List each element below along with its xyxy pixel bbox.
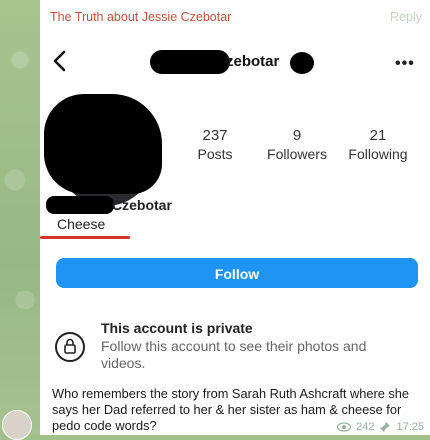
red-underline-annotation	[40, 236, 130, 239]
stat-followers-label: Followers	[267, 146, 327, 162]
stat-followers: 9 Followers	[262, 127, 332, 162]
message-time: 17:25	[396, 421, 424, 433]
username-redaction	[150, 50, 230, 74]
username-redaction-end	[290, 52, 314, 74]
private-account-text: Follow this account to see their photos …	[101, 338, 367, 371]
private-account-title: This account is private	[101, 320, 253, 336]
stat-following-label: Following	[348, 146, 408, 162]
profile-bio: Cheese	[57, 216, 106, 232]
eye-icon	[337, 422, 352, 432]
stat-posts-label: Posts	[197, 146, 233, 162]
more-options-icon: •••	[395, 55, 415, 72]
back-arrow-icon	[53, 50, 66, 72]
stat-followers-value: 9	[292, 127, 302, 144]
stat-posts: 237 Posts	[190, 127, 240, 162]
pin-icon	[380, 422, 391, 432]
profile-username: zebotar	[226, 53, 280, 70]
profile-display-name: Czebotar	[112, 197, 172, 213]
message-meta: 242 17:25	[337, 421, 424, 433]
sender-avatar[interactable]	[2, 410, 32, 440]
lock-icon	[55, 332, 85, 362]
reply-author[interactable]: The Truth about Jessie Czebotar	[50, 10, 231, 24]
stat-following: 21 Following	[343, 127, 413, 162]
views-count: 242	[356, 421, 375, 433]
display-name-redaction	[46, 196, 114, 214]
follow-button[interactable]: Follow	[56, 258, 418, 288]
stat-posts-value: 237	[202, 127, 228, 144]
stat-following-value: 21	[369, 127, 387, 144]
reply-button[interactable]: Reply	[390, 10, 422, 24]
avatar-redaction	[44, 94, 162, 194]
